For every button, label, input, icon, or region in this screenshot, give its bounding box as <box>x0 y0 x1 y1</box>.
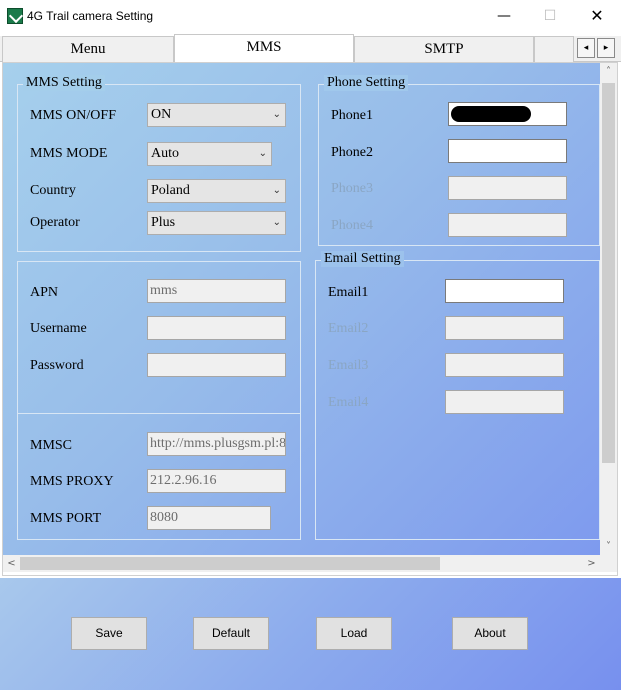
mms-onoff-label: MMS ON/OFF <box>30 108 116 123</box>
scroll-right-icon[interactable]: > <box>583 555 600 572</box>
chevron-down-icon: ⌄ <box>272 217 281 228</box>
horizontal-scroll-thumb[interactable] <box>20 557 440 570</box>
email2-label: Email2 <box>328 321 369 336</box>
email4-input[interactable] <box>445 390 564 414</box>
username-label: Username <box>30 321 87 336</box>
horizontal-scrollbar[interactable]: < > <box>3 555 600 572</box>
email1-label: Email1 <box>328 285 369 300</box>
email-setting-legend: Email Setting <box>321 251 404 267</box>
tab-menu[interactable]: Menu <box>2 36 174 62</box>
mmsc-label: MMSC <box>30 438 73 453</box>
load-button[interactable]: Load <box>316 617 392 650</box>
password-input[interactable] <box>147 353 286 377</box>
phone4-label: Phone4 <box>331 218 373 233</box>
username-input[interactable] <box>147 316 286 340</box>
phone2-label: Phone2 <box>331 145 373 160</box>
mms-onoff-select[interactable]: ON ⌄ <box>147 103 286 127</box>
apn-input[interactable]: mms <box>147 279 286 303</box>
mms-proxy-input[interactable]: 212.2.96.16 <box>147 469 286 493</box>
mms-mode-label: MMS MODE <box>30 146 108 161</box>
tab-hidden[interactable] <box>534 36 574 62</box>
phone3-input[interactable] <box>448 176 567 200</box>
operator-select[interactable]: Plus ⌄ <box>147 211 286 235</box>
vertical-scrollbar[interactable]: ˄ ˅ <box>600 63 617 555</box>
minimize-button[interactable]: — <box>481 0 527 32</box>
tab-scroll-left-button[interactable]: ◂ <box>577 38 595 58</box>
maximize-button[interactable]: ☐ <box>527 0 573 32</box>
tab-mms[interactable]: MMS <box>174 34 354 63</box>
phone1-label: Phone1 <box>331 108 373 123</box>
mms-content: MMS Setting MMS ON/OFF ON ⌄ MMS MODE Auto… <box>3 63 600 555</box>
about-button[interactable]: About <box>452 617 528 650</box>
mms-port-input[interactable]: 8080 <box>147 506 271 530</box>
title-bar: 4G Trail camera Setting — ☐ ✕ <box>0 0 621 34</box>
scrollbar-corner <box>600 555 617 572</box>
email1-input[interactable] <box>445 279 564 303</box>
scroll-left-icon[interactable]: < <box>3 555 20 572</box>
mmsc-input[interactable]: http://mms.plusgsm.pl:8 <box>147 432 286 456</box>
phone2-input[interactable] <box>448 139 567 163</box>
app-icon <box>7 8 23 24</box>
close-button[interactable]: ✕ <box>574 0 620 32</box>
tab-bar: Menu MMS SMTP ◂ ▸ <box>0 34 621 63</box>
country-label: Country <box>30 183 76 198</box>
mms-setting-legend: MMS Setting <box>23 75 105 91</box>
phone4-input[interactable] <box>448 213 567 237</box>
mms-port-label: MMS PORT <box>30 511 102 526</box>
scroll-up-icon[interactable]: ˄ <box>600 63 617 80</box>
email3-input[interactable] <box>445 353 564 377</box>
scroll-down-icon[interactable]: ˅ <box>600 538 617 555</box>
password-label: Password <box>30 358 84 373</box>
button-bar: Save Default Load About <box>0 578 621 690</box>
email2-input[interactable] <box>445 316 564 340</box>
phone-setting-legend: Phone Setting <box>324 75 409 91</box>
apn-label: APN <box>30 285 59 300</box>
chevron-down-icon: ⌄ <box>272 109 281 120</box>
mms-mode-select[interactable]: Auto ⌄ <box>147 142 272 166</box>
email3-label: Email3 <box>328 358 369 373</box>
window-title: 4G Trail camera Setting <box>27 9 154 23</box>
chevron-down-icon: ⌄ <box>272 185 281 196</box>
save-button[interactable]: Save <box>71 617 147 650</box>
mms-proxy-label: MMS PROXY <box>30 474 114 489</box>
country-select[interactable]: Poland ⌄ <box>147 179 286 203</box>
tab-scroll-right-button[interactable]: ▸ <box>597 38 615 58</box>
default-button[interactable]: Default <box>193 617 269 650</box>
redacted-value <box>451 106 531 122</box>
phone1-input[interactable] <box>448 102 567 126</box>
phone3-label: Phone3 <box>331 181 373 196</box>
vertical-scroll-thumb[interactable] <box>602 83 615 463</box>
email4-label: Email4 <box>328 395 369 410</box>
chevron-down-icon: ⌄ <box>258 148 267 159</box>
operator-label: Operator <box>30 215 80 230</box>
tab-smtp[interactable]: SMTP <box>354 36 534 62</box>
